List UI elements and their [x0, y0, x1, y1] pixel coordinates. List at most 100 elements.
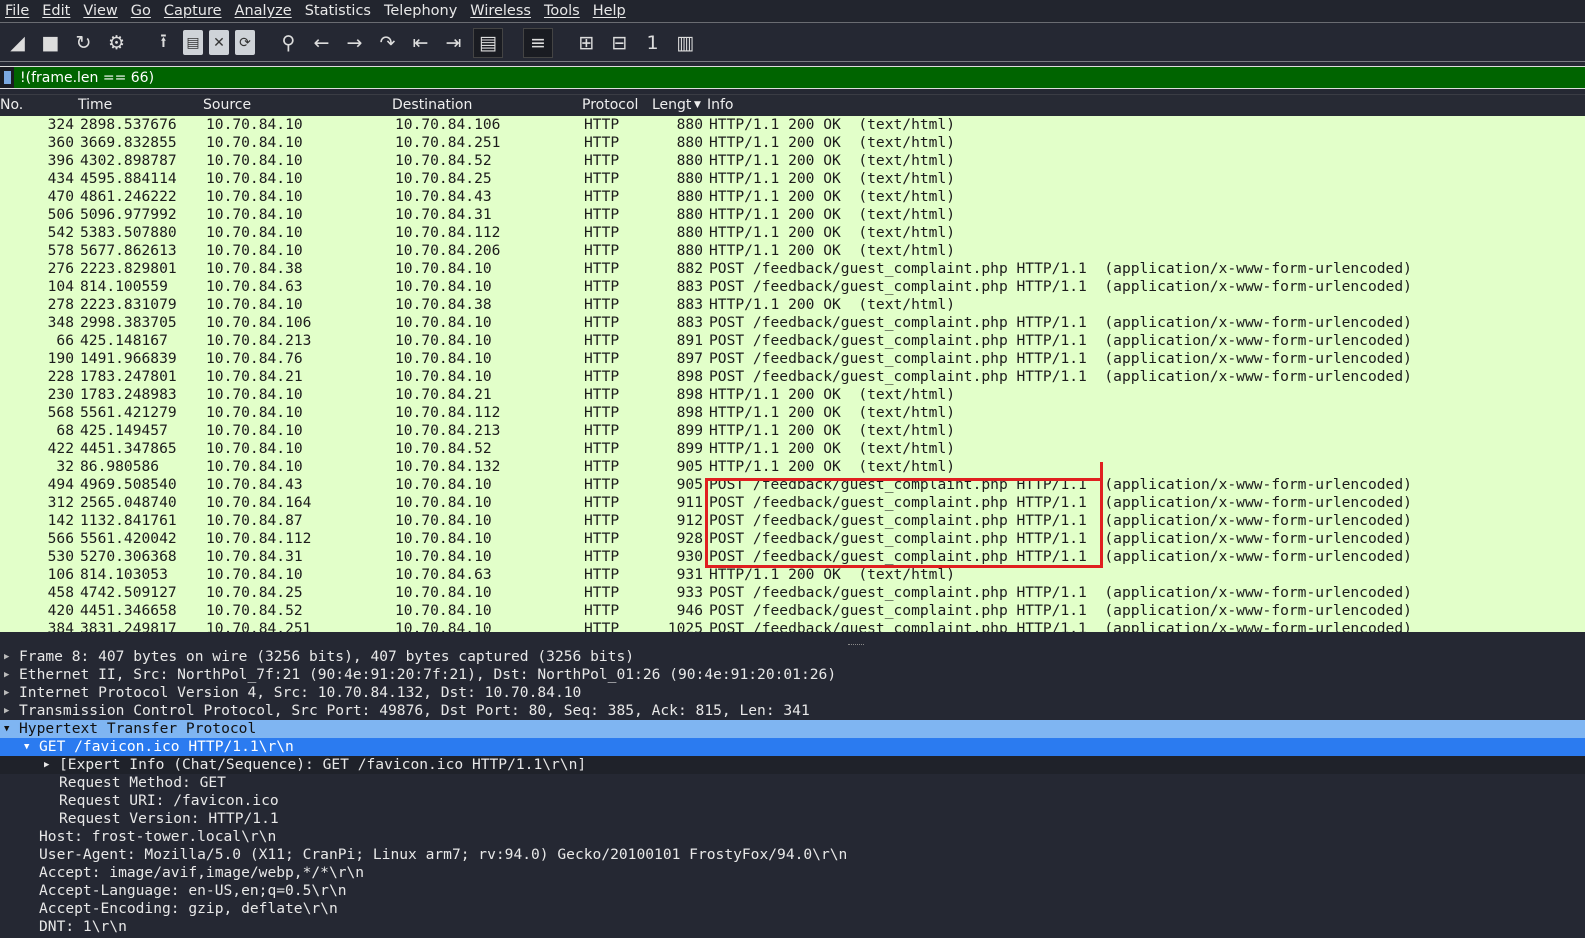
packet-row[interactable]: 458 4742.509127 10.70.84.25 10.70.84.10 HTTP…	[0, 584, 1585, 602]
detail-tree-item[interactable]: DNT: 1\r\n	[0, 918, 1585, 936]
go-to-packet-icon[interactable]: ↷	[374, 29, 401, 56]
col-header-length[interactable]: Lengt	[652, 97, 691, 115]
detail-tree-item[interactable]: Accept-Encoding: gzip, deflate\r\n	[0, 900, 1585, 918]
filter-bookmark-icon[interactable]	[0, 67, 14, 88]
restart-icon[interactable]: ↻	[70, 29, 97, 56]
cell-source: 10.70.84.10	[206, 440, 303, 457]
detail-tree-item[interactable]: User-Agent: Mozilla/5.0 (X11; CranPi; Li…	[0, 846, 1585, 864]
col-header-protocol[interactable]: Protocol	[582, 97, 638, 115]
packet-row[interactable]: 470 4861.246222 10.70.84.10 10.70.84.43 HTTP…	[0, 188, 1585, 206]
file-icon[interactable]: ▤	[183, 30, 203, 55]
detail-tree-item[interactable]: ▶ Ethernet II, Src: NorthPol_7f:21 (90:4e…	[0, 666, 1585, 684]
options-gear-icon[interactable]: ⚙	[103, 29, 130, 56]
packet-row[interactable]: 68 425.149457 10.70.84.10 10.70.84.213 HTTP 8…	[0, 422, 1585, 440]
packet-row[interactable]: 324 2898.537676 10.70.84.10 10.70.84.106 HTT…	[0, 116, 1585, 134]
detail-tree-item[interactable]: Host: frost-tower.local\r\n	[0, 828, 1585, 846]
shark-fin-start-icon[interactable]: ◢	[4, 29, 31, 56]
collapse-arrow-icon[interactable]: ▼	[24, 738, 29, 756]
packet-row[interactable]: 566 5561.420042 10.70.84.112 10.70.84.10 HTT…	[0, 530, 1585, 548]
expand-arrow-icon[interactable]: ▶	[44, 756, 49, 774]
zoom-in-icon[interactable]: ⊞	[573, 29, 600, 56]
expand-arrow-icon[interactable]: ▶	[4, 702, 9, 720]
detail-tree-item[interactable]: ▼ GET /favicon.ico HTTP/1.1\r\n	[0, 738, 1585, 756]
packet-row[interactable]: 542 5383.507880 10.70.84.10 10.70.84.112 HTT…	[0, 224, 1585, 242]
menu-telephony[interactable]: Telephony	[379, 3, 465, 19]
expand-arrow-icon[interactable]: ▶	[4, 648, 9, 666]
col-header-destination[interactable]: Destination	[392, 97, 472, 115]
packet-row[interactable]: 230 1783.248983 10.70.84.10 10.70.84.21 HTTP…	[0, 386, 1585, 404]
packet-row[interactable]: 578 5677.862613 10.70.84.10 10.70.84.206 HTT…	[0, 242, 1585, 260]
menu-file[interactable]: File	[0, 3, 37, 19]
menu-edit[interactable]: Edit	[37, 3, 78, 19]
packet-row[interactable]: 422 4451.347865 10.70.84.10 10.70.84.52 HTTP…	[0, 440, 1585, 458]
cell-protocol: HTTP	[584, 116, 620, 133]
menu-tools[interactable]: Tools	[539, 3, 588, 19]
open-file-icon[interactable]: ⭱	[150, 29, 177, 56]
pane-splitter[interactable]	[0, 632, 1585, 648]
menu-capture[interactable]: Capture	[159, 3, 230, 19]
packet-row[interactable]: 506 5096.977992 10.70.84.10 10.70.84.31 HTTP…	[0, 206, 1585, 224]
detail-tree-item[interactable]: Accept-Language: en-US,en;q=0.5\r\n	[0, 882, 1585, 900]
detail-tree-item[interactable]: ▶ [Expert Info (Chat/Sequence): GET /favi…	[0, 756, 1585, 774]
packet-row[interactable]: 106 814.103053 10.70.84.10 10.70.84.63 HTTP 9…	[0, 566, 1585, 584]
display-filter-input[interactable]	[20, 69, 1520, 86]
menu-view[interactable]: View	[78, 3, 125, 19]
zoom-out-icon[interactable]: ⊟	[606, 29, 633, 56]
detail-tree-item[interactable]: Request Version: HTTP/1.1	[0, 810, 1585, 828]
packet-row[interactable]: 190 1491.966839 10.70.84.76 10.70.84.10 HTTP…	[0, 350, 1585, 368]
resize-columns-icon[interactable]: ▥	[672, 29, 699, 56]
detail-tree-item[interactable]: ▶ Internet Protocol Version 4, Src: 10.70…	[0, 684, 1585, 702]
packet-row[interactable]: 32 86.980586 10.70.84.10 10.70.84.132 HTTP 90…	[0, 458, 1585, 476]
packet-row[interactable]: 228 1783.247801 10.70.84.21 10.70.84.10 HTTP…	[0, 368, 1585, 386]
packet-row[interactable]: 420 4451.346658 10.70.84.52 10.70.84.10 HTTP…	[0, 602, 1585, 620]
detail-tree-item[interactable]: Accept: image/avif,image/webp,*/*\r\n	[0, 864, 1585, 882]
packet-row[interactable]: 360 3669.832855 10.70.84.10 10.70.84.251 HTT…	[0, 134, 1585, 152]
packet-row[interactable]: 568 5561.421279 10.70.84.10 10.70.84.112 HTT…	[0, 404, 1585, 422]
packet-list[interactable]: 324 2898.537676 10.70.84.10 10.70.84.106 HTT…	[0, 116, 1585, 637]
menu-go[interactable]: Go	[126, 3, 159, 19]
packet-row[interactable]: 104 814.100559 10.70.84.63 10.70.84.10 HTTP 8…	[0, 278, 1585, 296]
expand-arrow-icon[interactable]: ▶	[4, 684, 9, 702]
detail-tree-item[interactable]: Request Method: GET	[0, 774, 1585, 792]
packet-row[interactable]: 348 2998.383705 10.70.84.106 10.70.84.10 HTT…	[0, 314, 1585, 332]
cell-info: POST /feedback/guest_complaint.php HTTP/…	[709, 494, 1412, 511]
packet-row[interactable]: 494 4969.508540 10.70.84.43 10.70.84.10 HTTP…	[0, 476, 1585, 494]
back-arrow-icon[interactable]: ←	[308, 29, 335, 56]
normal-size-icon[interactable]: 1	[639, 29, 666, 56]
menu-analyze[interactable]: Analyze	[230, 3, 300, 19]
packet-row[interactable]: 278 2223.831079 10.70.84.10 10.70.84.38 HTTP…	[0, 296, 1585, 314]
detail-tree-item[interactable]: Request URI: /favicon.ico	[0, 792, 1585, 810]
col-header-time[interactable]: Time	[78, 97, 112, 115]
packet-row[interactable]: 66 425.148167 10.70.84.213 10.70.84.10 HTTP 8…	[0, 332, 1585, 350]
detail-tree-item[interactable]: ▶ Transmission Control Protocol, Src Port…	[0, 702, 1585, 720]
col-header-info[interactable]: Info	[707, 97, 734, 115]
col-header-source[interactable]: Source	[203, 97, 251, 115]
search-icon[interactable]: ⚲	[275, 29, 302, 56]
cell-source: 10.70.84.10	[206, 170, 303, 187]
colorize-icon[interactable]: ≡	[523, 27, 553, 58]
detail-tree-item[interactable]: ▼ Hypertext Transfer Protocol	[0, 720, 1585, 738]
menu-wireless[interactable]: Wireless	[465, 3, 539, 19]
menu-statistics[interactable]: Statistics	[300, 3, 379, 19]
detail-text: Request Version: HTTP/1.1	[59, 810, 279, 827]
packet-row[interactable]: 142 1132.841761 10.70.84.87 10.70.84.10 HTTP…	[0, 512, 1585, 530]
reload-file-icon[interactable]: ⟳	[235, 30, 255, 55]
close-file-icon[interactable]: ✕	[209, 30, 229, 55]
packet-row[interactable]: 276 2223.829801 10.70.84.38 10.70.84.10 HTTP…	[0, 260, 1585, 278]
stop-icon[interactable]: ■	[37, 29, 64, 56]
first-packet-icon[interactable]: ⇤	[407, 29, 434, 56]
detail-tree-item[interactable]: ▶ Frame 8: 407 bytes on wire (3256 bits),…	[0, 648, 1585, 666]
collapse-arrow-icon[interactable]: ▼	[4, 720, 9, 738]
cell-source: 10.70.84.10	[206, 206, 303, 223]
menu-help[interactable]: Help	[588, 3, 634, 19]
packet-row[interactable]: 530 5270.306368 10.70.84.31 10.70.84.10 HTTP…	[0, 548, 1585, 566]
last-packet-icon[interactable]: ⇥	[440, 29, 467, 56]
autoscroll-icon[interactable]: ▤	[473, 27, 503, 58]
packet-details-tree[interactable]: ▶ Frame 8: 407 bytes on wire (3256 bits),…	[0, 648, 1585, 938]
expand-arrow-icon[interactable]: ▶	[4, 666, 9, 684]
packet-row[interactable]: 434 4595.884114 10.70.84.10 10.70.84.25 HTTP…	[0, 170, 1585, 188]
forward-arrow-icon[interactable]: →	[341, 29, 368, 56]
packet-row[interactable]: 312 2565.048740 10.70.84.164 10.70.84.10 HTT…	[0, 494, 1585, 512]
packet-row[interactable]: 396 4302.898787 10.70.84.10 10.70.84.52 HTTP…	[0, 152, 1585, 170]
col-header-no[interactable]: No.	[0, 97, 23, 115]
